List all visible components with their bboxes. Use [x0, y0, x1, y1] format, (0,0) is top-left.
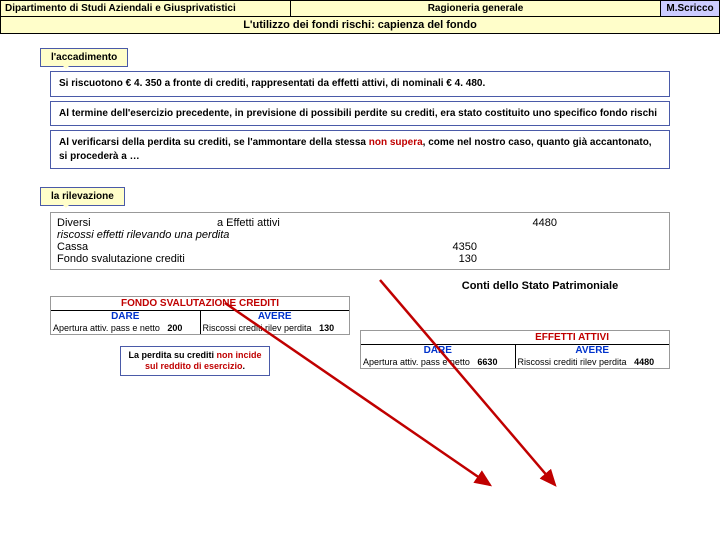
j-r4-acct: Fondo svalutazione crediti	[57, 253, 257, 265]
t1-dl: Apertura attiv. pass e netto	[53, 323, 160, 333]
journal-entry: Diversi a Effetti attivi 4480 riscossi e…	[50, 212, 670, 270]
t1-dv: 200	[167, 323, 182, 333]
t2-dv: 6630	[477, 357, 497, 367]
tag-rilevazione: la rilevazione	[40, 187, 125, 206]
t1-al: Riscossi crediti rilev perdita	[203, 323, 312, 333]
box3-text-a: Al verificarsi della perdita su crediti,…	[59, 137, 369, 148]
tacct-effetti: EFFETTI ATTIVI DAREAVERE Apertura attiv.…	[360, 330, 670, 369]
t1-title: FONDO SVALUTAZIONE CREDITI	[51, 297, 349, 310]
box3-text-red: non supera	[369, 137, 423, 148]
slide-title: L'utilizzo dei fondi rischi: capienza de…	[0, 17, 720, 34]
t2-av: 4480	[634, 357, 654, 367]
t2-dl: Apertura attiv. pass e netto	[363, 357, 470, 367]
j-r1-d	[397, 217, 477, 229]
t1-dare-hdr: DARE	[51, 311, 201, 322]
box-esercizio-precedente: Al termine dell'esercizio precedente, in…	[50, 101, 670, 127]
t2-al: Riscossi crediti rilev perdita	[518, 357, 627, 367]
t1-av: 130	[319, 323, 334, 333]
box-riscossione: Si riscuotono € 4. 350 a fronte di credi…	[50, 71, 670, 97]
header-author: M.Scricco	[661, 1, 719, 16]
t2-title: EFFETTI ATTIVI	[361, 331, 669, 344]
t1-avere-hdr: AVERE	[201, 311, 350, 322]
j-r1-c: 4480	[477, 217, 557, 229]
j-r1-to: a Effetti attivi	[217, 217, 397, 229]
j-r3-acct: Cassa	[57, 241, 217, 253]
callout-c: .	[243, 361, 246, 371]
section-stato-patrimoniale: Conti dello Stato Patrimoniale	[360, 280, 720, 292]
header-course: Ragioneria generale	[291, 1, 661, 16]
callout-a: La perdita su crediti	[128, 350, 216, 360]
tacct-fondo: FONDO SVALUTAZIONE CREDITI DAREAVERE Ape…	[50, 296, 350, 335]
header-dept: Dipartimento di Studi Aziendali e Giuspr…	[1, 1, 291, 16]
callout-perdita: La perdita su crediti non incide sul red…	[120, 346, 270, 376]
j-r4-d: 130	[397, 253, 477, 265]
t2-dare-hdr: DARE	[361, 345, 516, 356]
tag-accadimento: l'accadimento	[40, 48, 128, 67]
j-r2-desc: riscossi effetti rilevando una perdita	[57, 229, 229, 241]
j-r1-acct: Diversi	[57, 217, 217, 229]
t2-avere-hdr: AVERE	[516, 345, 670, 356]
box-verifica-perdita: Al verificarsi della perdita su crediti,…	[50, 130, 670, 169]
j-r3-d: 4350	[397, 241, 477, 253]
